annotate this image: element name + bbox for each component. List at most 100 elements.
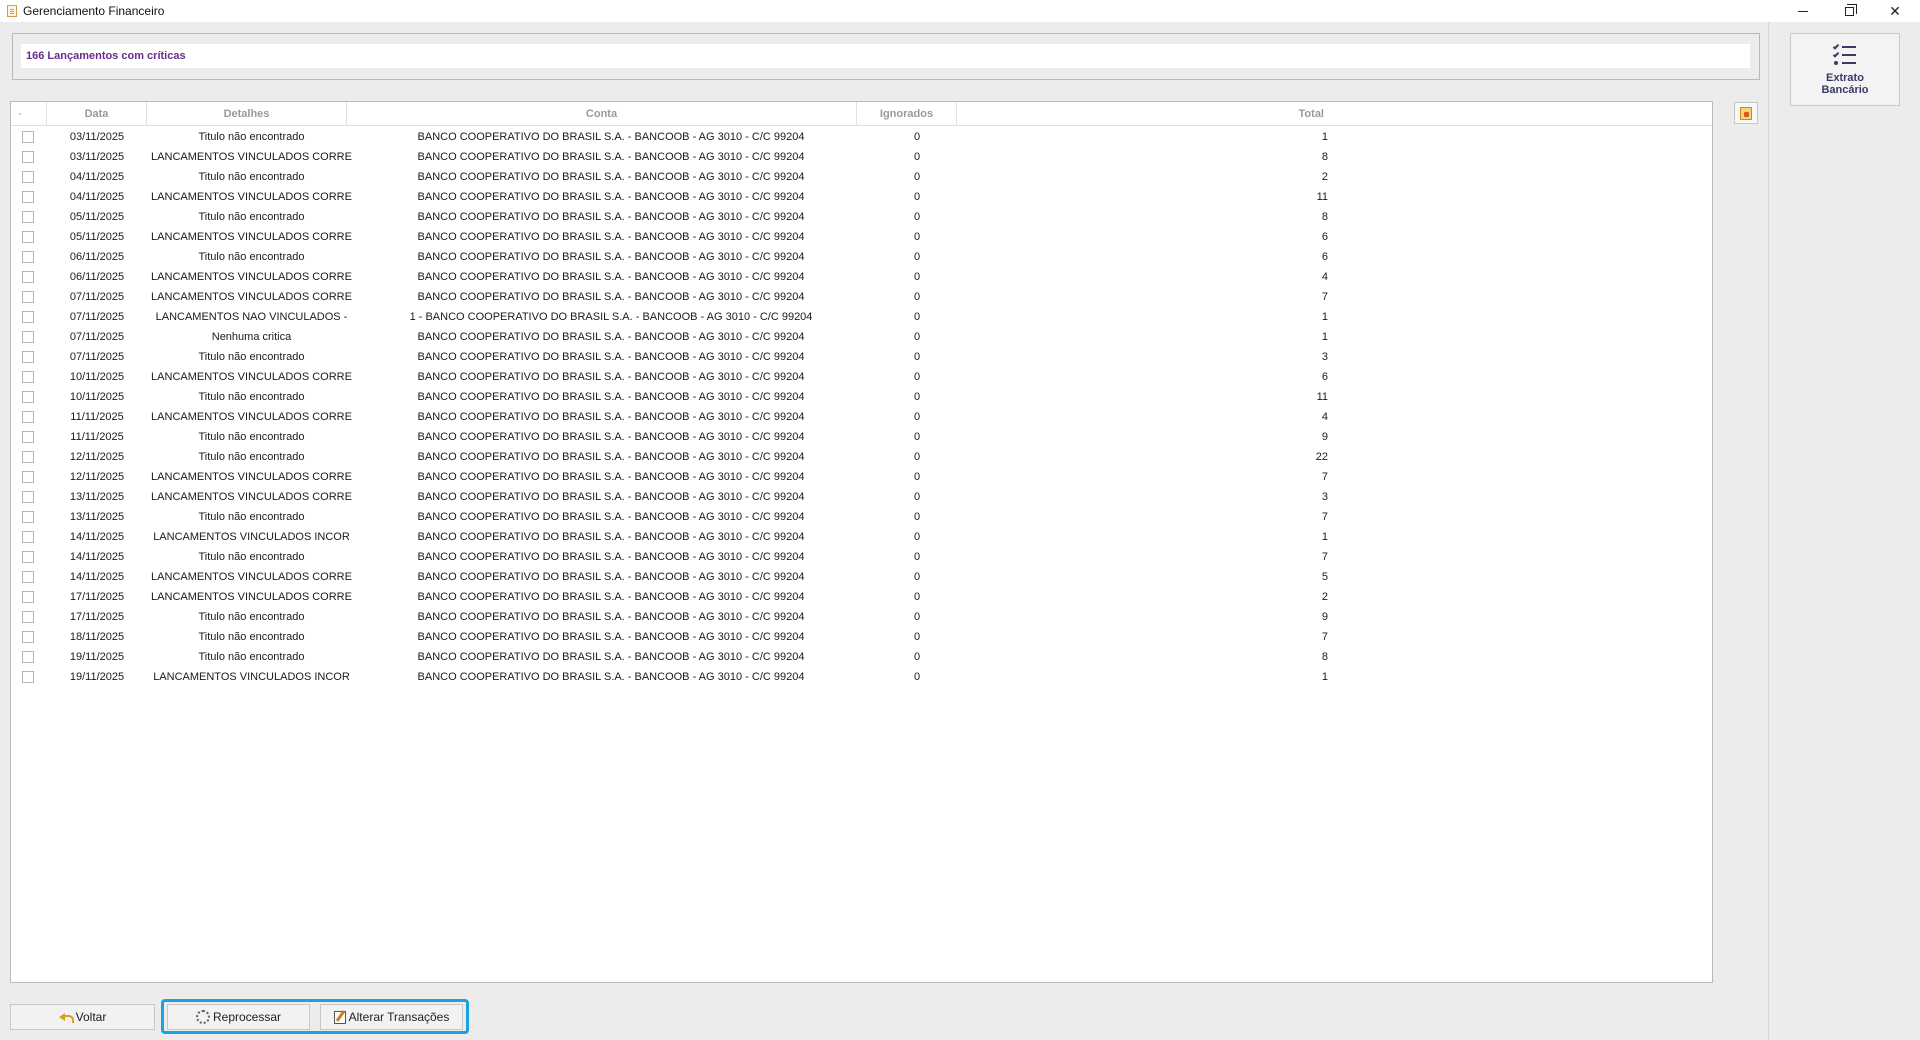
row-checkbox[interactable] <box>22 131 34 143</box>
row-checkbox[interactable] <box>22 171 34 183</box>
row-checkbox[interactable] <box>22 291 34 303</box>
table-row[interactable]: 14/11/2025 Titulo não encontrado BANCO COO… <box>11 547 1712 567</box>
row-checkbox[interactable] <box>22 471 34 483</box>
row-checkbox[interactable] <box>22 211 34 223</box>
table-row[interactable]: 07/11/2025 LANCAMENTOS VINCULADOS CORRE BA… <box>11 287 1712 307</box>
cell-detalhes: Titulo não encontrado <box>198 611 305 623</box>
table-row[interactable]: 17/11/2025 Titulo não encontrado BANCO COO… <box>11 607 1712 627</box>
cell-conta: BANCO COOPERATIVO DO BRASIL S.A. - BANCO… <box>417 171 805 183</box>
table-row[interactable]: 04/11/2025 Titulo não encontrado BANCO COO… <box>11 167 1712 187</box>
cell-total: 1 <box>1321 671 1328 683</box>
column-header-total[interactable]: Total <box>957 102 1712 126</box>
cell-data: 11/11/2025 <box>70 431 124 443</box>
column-header-ignorados[interactable]: Ignorados <box>857 102 957 126</box>
table-row[interactable]: 12/11/2025 LANCAMENTOS VINCULADOS CORRE BA… <box>11 467 1712 487</box>
table-row[interactable]: 06/11/2025 LANCAMENTOS VINCULADOS CORRE BA… <box>11 267 1712 287</box>
row-checkbox[interactable] <box>22 271 34 283</box>
cell-conta: BANCO COOPERATIVO DO BRASIL S.A. - BANCO… <box>417 451 805 463</box>
critic-summary-box: 166 Lançamentos com críticas <box>21 44 1750 68</box>
row-checkbox[interactable] <box>22 411 34 423</box>
cell-ignorados: 0 <box>913 371 921 383</box>
cell-ignorados: 0 <box>913 151 921 163</box>
cell-total: 6 <box>1321 371 1328 383</box>
table-row[interactable]: 04/11/2025 LANCAMENTOS VINCULADOS CORRE BA… <box>11 187 1712 207</box>
table-row[interactable]: 14/11/2025 LANCAMENTOS VINCULADOS INCOR BA… <box>11 527 1712 547</box>
cell-ignorados: 0 <box>913 491 921 503</box>
row-checkbox[interactable] <box>22 391 34 403</box>
table-row[interactable]: 14/11/2025 LANCAMENTOS VINCULADOS CORRE BA… <box>11 567 1712 587</box>
table-row[interactable]: 13/11/2025 LANCAMENTOS VINCULADOS CORRE BA… <box>11 487 1712 507</box>
cell-conta: BANCO COOPERATIVO DO BRASIL S.A. - BANCO… <box>417 391 805 403</box>
cell-data: 11/11/2025 <box>70 411 124 423</box>
minimize-button[interactable] <box>1780 0 1826 22</box>
cell-ignorados: 0 <box>913 611 921 623</box>
cell-conta: BANCO COOPERATIVO DO BRASIL S.A. - BANCO… <box>417 571 805 583</box>
cell-detalhes: LANCAMENTOS VINCULADOS CORRE <box>151 411 352 423</box>
reprocessar-button[interactable]: Reprocessar <box>167 1004 310 1030</box>
close-button[interactable]: ✕ <box>1872 0 1918 22</box>
row-checkbox[interactable] <box>22 331 34 343</box>
cell-data: 14/11/2025 <box>69 571 125 583</box>
row-checkbox[interactable] <box>22 431 34 443</box>
table-row[interactable]: 12/11/2025 Titulo não encontrado BANCO COO… <box>11 447 1712 467</box>
table-row[interactable]: 19/11/2025 Titulo não encontrado BANCO COO… <box>11 647 1712 667</box>
table-row[interactable]: 13/11/2025 Titulo não encontrado BANCO COO… <box>11 507 1712 527</box>
column-header-data[interactable]: Data <box>47 102 147 126</box>
row-checkbox[interactable] <box>22 671 34 683</box>
cell-detalhes: Titulo não encontrado <box>198 451 305 463</box>
table-row[interactable]: 06/11/2025 Titulo não encontrado BANCO COO… <box>11 247 1712 267</box>
row-checkbox[interactable] <box>22 251 34 263</box>
table-row[interactable]: 03/11/2025 LANCAMENTOS VINCULADOS CORRE BA… <box>11 147 1712 167</box>
table-row[interactable]: 11/11/2025 LANCAMENTOS VINCULADOS CORRE BA… <box>11 407 1712 427</box>
export-button[interactable] <box>1734 102 1758 124</box>
table-row[interactable]: 18/11/2025 Titulo não encontrado BANCO COO… <box>11 627 1712 647</box>
row-checkbox[interactable] <box>22 571 34 583</box>
restore-button[interactable] <box>1826 0 1872 22</box>
cell-conta: BANCO COOPERATIVO DO BRASIL S.A. - BANCO… <box>417 611 805 623</box>
table-row[interactable]: 05/11/2025 LANCAMENTOS VINCULADOS CORRE BA… <box>11 227 1712 247</box>
cell-detalhes: Titulo não encontrado <box>198 251 305 263</box>
table-row[interactable]: 10/11/2025 Titulo não encontrado BANCO COO… <box>11 387 1712 407</box>
table-row[interactable]: 07/11/2025 LANCAMENTOS NAO VINCULADOS - 1 … <box>11 307 1712 327</box>
table-row[interactable]: 05/11/2025 Titulo não encontrado BANCO COO… <box>11 207 1712 227</box>
table-row[interactable]: 10/11/2025 LANCAMENTOS VINCULADOS CORRE BA… <box>11 367 1712 387</box>
row-checkbox[interactable] <box>22 551 34 563</box>
row-checkbox[interactable] <box>22 611 34 623</box>
row-checkbox[interactable] <box>22 491 34 503</box>
row-checkbox[interactable] <box>22 311 34 323</box>
cell-total: 8 <box>1321 651 1328 663</box>
cell-data: 07/11/2025 <box>69 351 125 363</box>
title-bar: Gerenciamento Financeiro <box>0 0 1920 22</box>
row-checkbox[interactable] <box>22 631 34 643</box>
grid-header: - Data Detalhes Conta Ignorados Total <box>11 102 1712 126</box>
table-row[interactable]: 19/11/2025 LANCAMENTOS VINCULADOS INCOR BA… <box>11 667 1712 687</box>
voltar-button[interactable]: Voltar <box>10 1004 155 1030</box>
table-row[interactable]: 07/11/2025 Nenhuma critica BANCO COOPERATI… <box>11 327 1712 347</box>
cell-data: 14/11/2025 <box>69 551 125 563</box>
row-checkbox[interactable] <box>22 371 34 383</box>
cell-total: 8 <box>1321 151 1328 163</box>
row-checkbox[interactable] <box>22 151 34 163</box>
row-checkbox[interactable] <box>22 531 34 543</box>
cell-data: 17/11/2025 <box>69 611 125 623</box>
row-checkbox[interactable] <box>22 591 34 603</box>
extrato-bancario-button[interactable]: Extrato Bancário <box>1790 33 1900 106</box>
extrato-bancario-label: Extrato Bancário <box>1821 72 1869 96</box>
row-checkbox[interactable] <box>22 231 34 243</box>
row-checkbox[interactable] <box>22 511 34 523</box>
column-header-select[interactable]: - <box>11 102 47 126</box>
cell-detalhes: Titulo não encontrado <box>198 211 305 223</box>
row-checkbox[interactable] <box>22 191 34 203</box>
row-checkbox[interactable] <box>22 451 34 463</box>
table-row[interactable]: 11/11/2025 Titulo não encontrado BANCO COO… <box>11 427 1712 447</box>
table-row[interactable]: 07/11/2025 Titulo não encontrado BANCO COO… <box>11 347 1712 367</box>
column-header-detalhes[interactable]: Detalhes <box>147 102 347 126</box>
row-checkbox[interactable] <box>22 651 34 663</box>
row-checkbox[interactable] <box>22 351 34 363</box>
checklist-icon <box>1832 43 1857 67</box>
column-header-conta[interactable]: Conta <box>347 102 857 126</box>
table-row[interactable]: 17/11/2025 LANCAMENTOS VINCULADOS CORRE BA… <box>11 587 1712 607</box>
alterar-transacoes-button[interactable]: Alterar Transações <box>320 1004 463 1030</box>
table-row[interactable]: 03/11/2025 Titulo não encontrado BANCO COO… <box>11 127 1712 147</box>
cell-conta: BANCO COOPERATIVO DO BRASIL S.A. - BANCO… <box>417 491 805 503</box>
